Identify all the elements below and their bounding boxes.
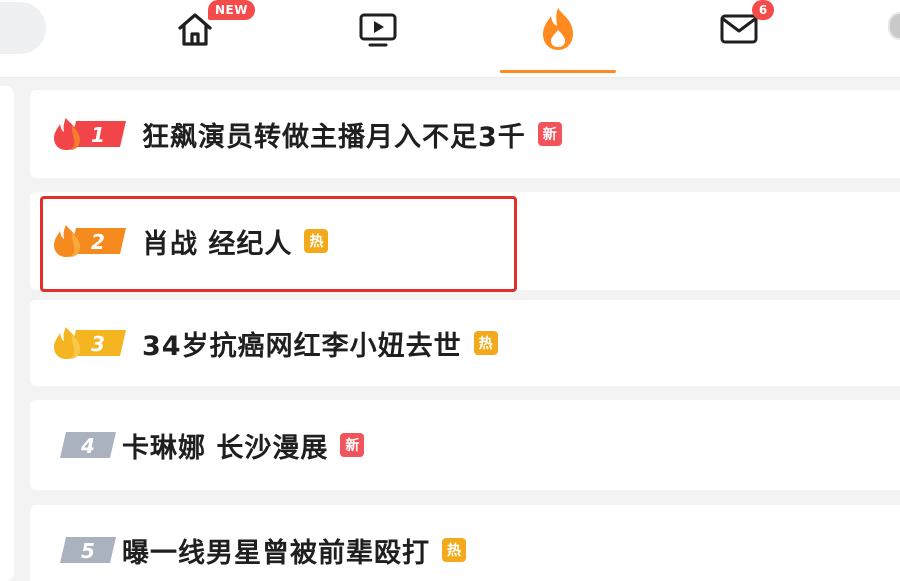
rank-badge: 3 — [52, 326, 128, 360]
hot-title[interactable]: 肖战 经纪人 — [142, 222, 292, 261]
list-item[interactable]: 4 卡琳娜 长沙漫展 新 — [30, 400, 900, 490]
rank-number: 2 — [91, 230, 105, 254]
new-tag: 新 — [537, 122, 562, 146]
flame-icon — [543, 8, 573, 50]
top-nav: NEW 6 — [0, 0, 900, 78]
hot-title[interactable]: 34岁抗癌网红李小妞去世 — [142, 324, 462, 363]
rank-badge: 5 — [58, 535, 118, 565]
flame-icon — [54, 118, 80, 150]
message-count-badge: 6 — [752, 0, 774, 20]
rank-number: 3 — [91, 332, 105, 356]
side-panel-edge — [0, 86, 14, 581]
tv-play-icon — [359, 13, 397, 47]
hot-tag: 热 — [304, 229, 329, 253]
rank-number: 4 — [80, 434, 95, 458]
tab-hot[interactable] — [500, 0, 616, 76]
rank-number-tag: 5 — [60, 537, 116, 563]
rank-badge: 1 — [52, 117, 128, 151]
list-item[interactable]: 5 曝一线男星曾被前辈殴打 热 — [30, 505, 900, 581]
hot-title[interactable]: 狂飙演员转做主播月入不足3千 — [142, 115, 526, 154]
rank-badge: 4 — [58, 430, 118, 460]
search-button[interactable] — [0, 2, 46, 54]
hot-title[interactable]: 曝一线男星曾被前辈殴打 — [122, 531, 430, 570]
rank-number: 5 — [81, 539, 95, 563]
list-item[interactable]: 3 34岁抗癌网红李小妞去世 热 — [30, 300, 900, 386]
hot-tag: 热 — [473, 331, 498, 355]
list-item[interactable]: 1 狂飙演员转做主播月入不足3千 新 — [30, 90, 900, 178]
new-badge: NEW — [208, 0, 255, 20]
avatar[interactable] — [888, 12, 900, 40]
flame-icon — [54, 327, 80, 359]
hot-tag: 热 — [442, 538, 466, 562]
hot-title[interactable]: 卡琳娜 长沙漫展 — [122, 426, 328, 465]
new-tag: 新 — [340, 433, 365, 457]
rank-badge: 2 — [52, 224, 128, 258]
list-item[interactable]: 2 肖战 经纪人 热 — [30, 192, 900, 290]
tab-video[interactable] — [338, 0, 418, 76]
flame-icon — [54, 225, 80, 257]
rank-number-tag: 4 — [60, 432, 116, 458]
active-tab-indicator — [500, 70, 616, 73]
rank-number: 1 — [91, 123, 105, 147]
